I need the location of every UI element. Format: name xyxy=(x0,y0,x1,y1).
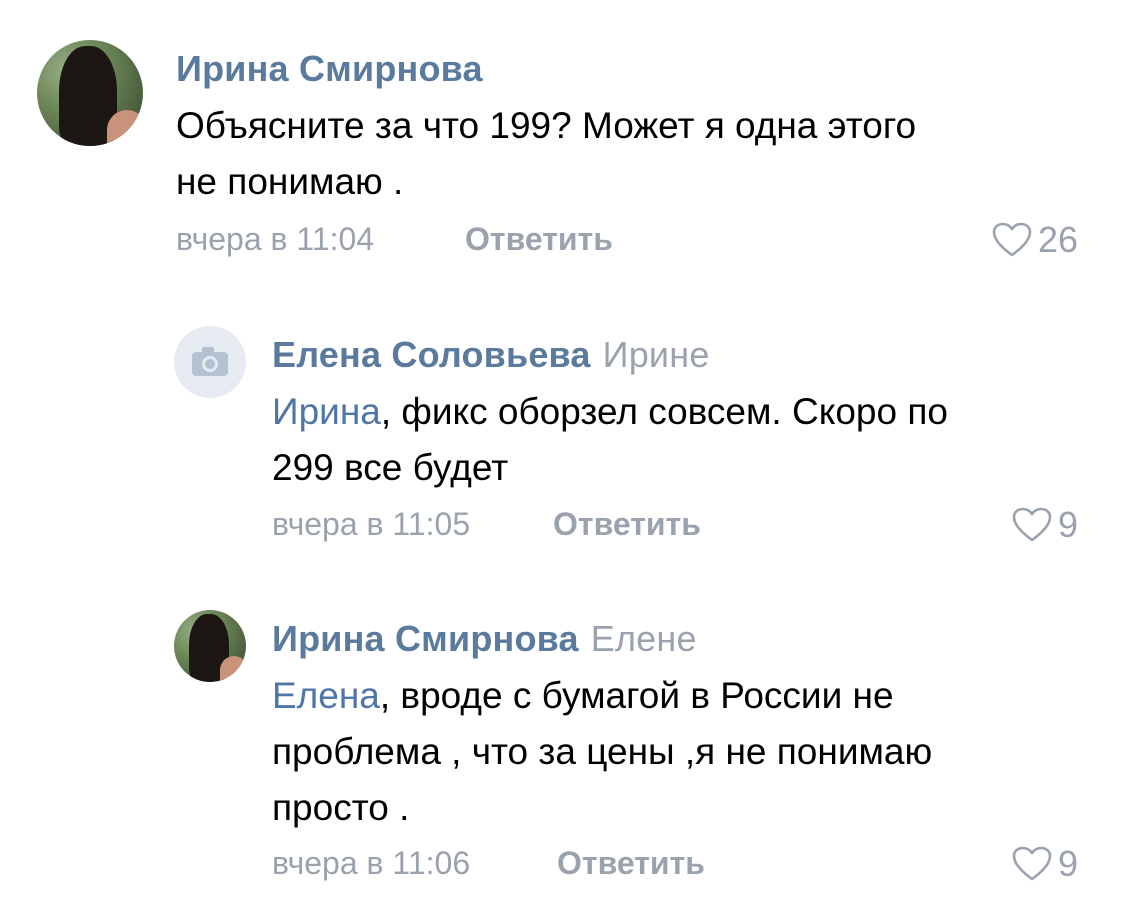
comment-timestamp: вчера в 11:06 xyxy=(272,845,471,881)
comment-text-line: Объясните за что 199? Может я одна этого xyxy=(176,105,917,146)
heart-icon xyxy=(1012,846,1052,881)
comment-author: Ирина Смирнова Елене xyxy=(272,618,697,660)
comment-text-line: проблема , что за цены ,я не понимаю xyxy=(272,731,933,772)
reply-to-label[interactable]: Елене xyxy=(591,618,697,659)
avatar[interactable] xyxy=(174,610,246,682)
like-count: 9 xyxy=(1057,843,1078,884)
avatar[interactable] xyxy=(174,326,246,398)
like-count: 9 xyxy=(1057,504,1078,545)
reply-button[interactable]: Ответить xyxy=(553,506,701,543)
comment-author: Елена Соловьева Ирине xyxy=(272,334,710,376)
comment-text-line: , вроде с бумагой в России не xyxy=(379,675,894,716)
like-count: 26 xyxy=(1037,219,1078,260)
heart-icon xyxy=(992,222,1032,257)
like-button[interactable]: 9 xyxy=(1012,843,1078,885)
comment: Елена Соловьева Ирине Ирина, фикс оборзел… xyxy=(0,290,1124,580)
mention-link[interactable]: Ирина xyxy=(272,391,381,432)
comment-text: Объясните за что 199? Может я одна этого… xyxy=(176,98,1076,210)
author-name[interactable]: Елена Соловьева xyxy=(272,334,591,375)
comment-text: Ирина, фикс оборзел совсем. Скоро по 299… xyxy=(272,384,1092,496)
reply-button[interactable]: Ответить xyxy=(465,221,613,258)
like-button[interactable]: 9 xyxy=(1012,504,1078,546)
mention-link[interactable]: Елена xyxy=(272,675,380,716)
comment-timestamp: вчера в 11:05 xyxy=(272,506,471,542)
heart-icon xyxy=(1012,507,1052,542)
comment-text-line: 299 все будет xyxy=(272,447,509,488)
comment-author[interactable]: Ирина Смирнова xyxy=(176,48,483,90)
comment-text-line: не понимаю . xyxy=(176,161,404,202)
comment-timestamp: вчера в 11:04 xyxy=(176,221,375,257)
author-name[interactable]: Ирина Смирнова xyxy=(176,48,483,89)
author-name[interactable]: Ирина Смирнова xyxy=(272,618,579,659)
comment-text-line: просто . xyxy=(272,787,410,828)
like-button[interactable]: 26 xyxy=(992,219,1078,261)
reply-button[interactable]: Ответить xyxy=(557,845,705,882)
comment-text-line: , фикс оборзел совсем. Скоро по xyxy=(380,391,948,432)
camera-icon xyxy=(192,347,228,376)
reply-to-label[interactable]: Ирине xyxy=(603,334,710,375)
avatar[interactable] xyxy=(37,40,143,146)
comment: Ирина Смирнова Елене Елена, вроде с бумаг… xyxy=(0,580,1124,907)
comment: Ирина Смирнова Объясните за что 199? Мож… xyxy=(0,0,1124,290)
comment-text: Елена, вроде с бумагой в России не пробл… xyxy=(272,668,1092,836)
